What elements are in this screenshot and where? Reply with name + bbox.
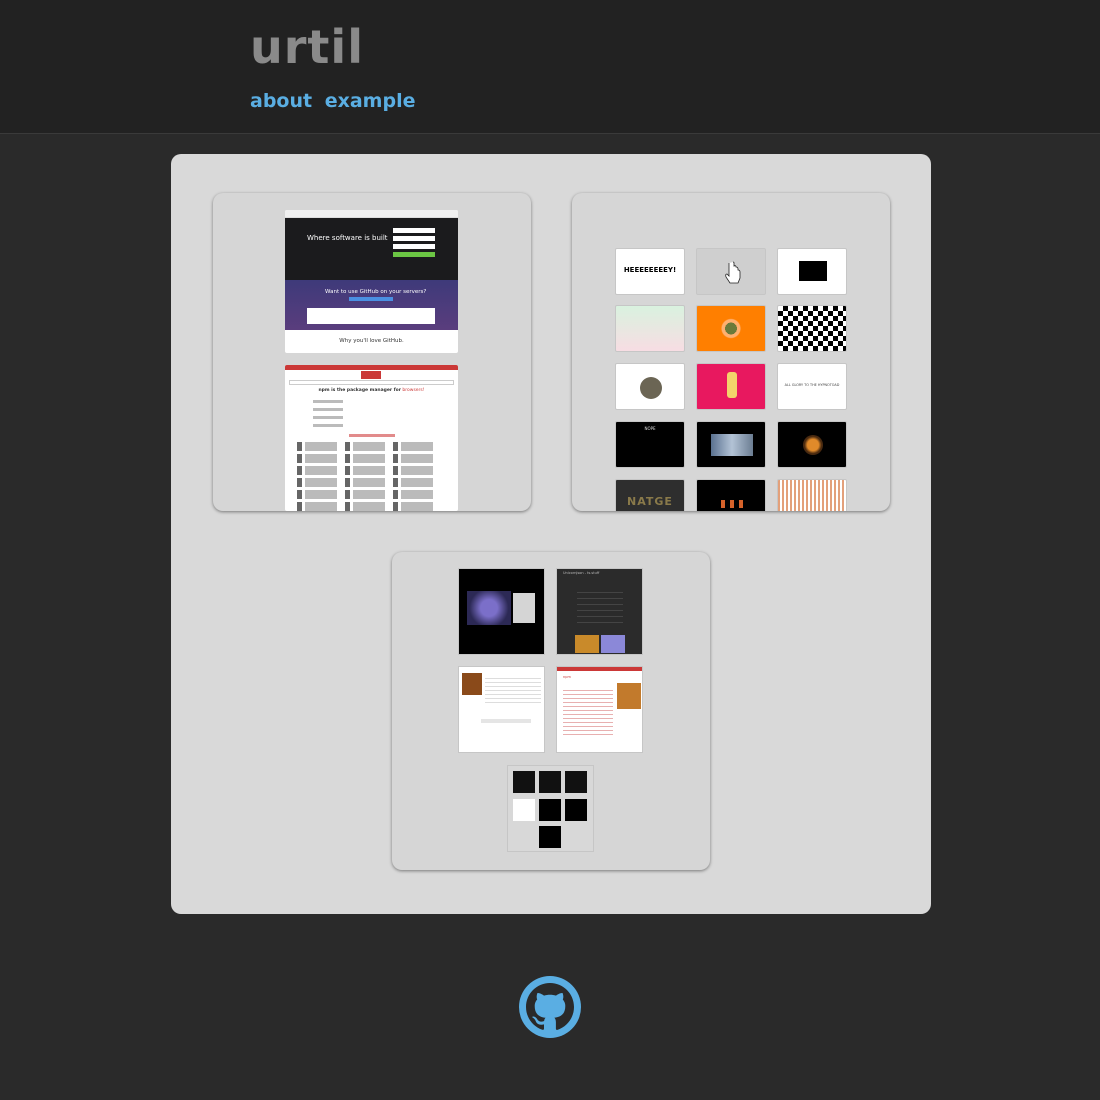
npm-screenshot[interactable]: npm is the package manager for browsers!: [285, 365, 458, 511]
collage-panel: Where software is built Want to use GitH…: [171, 154, 931, 914]
thumbnail[interactable]: [696, 421, 766, 468]
collage-card-websites[interactable]: Where software is built Want to use GitH…: [213, 193, 531, 511]
collage-card-mixed[interactable]: UnicornJson - ts.stuff npm: [392, 552, 710, 870]
nested-collage-thumbnail[interactable]: [507, 765, 594, 852]
thumbnail[interactable]: [777, 248, 847, 295]
site-nav: about example: [250, 90, 421, 112]
github-band-text: Want to use GitHub on your servers?: [325, 289, 427, 295]
github-screenshot[interactable]: Where software is built Want to use GitH…: [285, 210, 458, 353]
npm-logo: [361, 371, 381, 379]
thumbnail[interactable]: NOPE: [615, 421, 685, 468]
site-title: urtil: [250, 20, 364, 74]
thumbnail[interactable]: [696, 305, 766, 352]
thumbnail-text: NATGE: [627, 495, 673, 508]
thumbnail-text: ALL GLORY TO THE HYPNOTOAD: [784, 383, 840, 387]
thumbnail[interactable]: npm: [556, 666, 643, 753]
thumbnail[interactable]: [777, 305, 847, 352]
npm-tagline: npm is the package manager for browsers!: [318, 388, 425, 393]
thumbnail[interactable]: ALL GLORY TO THE HYPNOTOAD: [777, 363, 847, 410]
thumbnail[interactable]: [458, 568, 545, 655]
site-header: urtil about example: [0, 0, 1100, 134]
thumbnail[interactable]: [615, 305, 685, 352]
thumbnail[interactable]: [696, 248, 766, 295]
thumbnail[interactable]: UnicornJson - ts.stuff: [556, 568, 643, 655]
nav-example-link[interactable]: example: [325, 90, 416, 112]
thumbnail[interactable]: [777, 421, 847, 468]
thumbnail[interactable]: [777, 479, 847, 511]
github-icon[interactable]: [518, 975, 582, 1039]
thumbnail-text: HEEEEEEEEY!: [623, 266, 677, 274]
thumbnail[interactable]: [615, 363, 685, 410]
thumbnail[interactable]: [458, 666, 545, 753]
thumbnail[interactable]: [696, 363, 766, 410]
github-hero-text: Where software is built: [307, 234, 388, 242]
github-why-text: Why you'll love GitHub.: [339, 338, 404, 344]
thumbnail-title: npm: [563, 675, 571, 679]
thumbnail-title: UnicornJson - ts.stuff: [563, 571, 600, 575]
hand-cursor-icon: [725, 261, 741, 284]
nav-about-link[interactable]: about: [250, 90, 312, 112]
collage-card-gifs[interactable]: HEEEEEEEEY! ALL GLORY TO THE HYPNOTOAD N…: [572, 193, 890, 511]
thumbnail[interactable]: NATGE: [615, 479, 685, 511]
thumbnail-text: NOPE: [644, 426, 656, 431]
thumbnail[interactable]: HEEEEEEEEY!: [615, 248, 685, 295]
thumbnail[interactable]: [696, 479, 766, 511]
